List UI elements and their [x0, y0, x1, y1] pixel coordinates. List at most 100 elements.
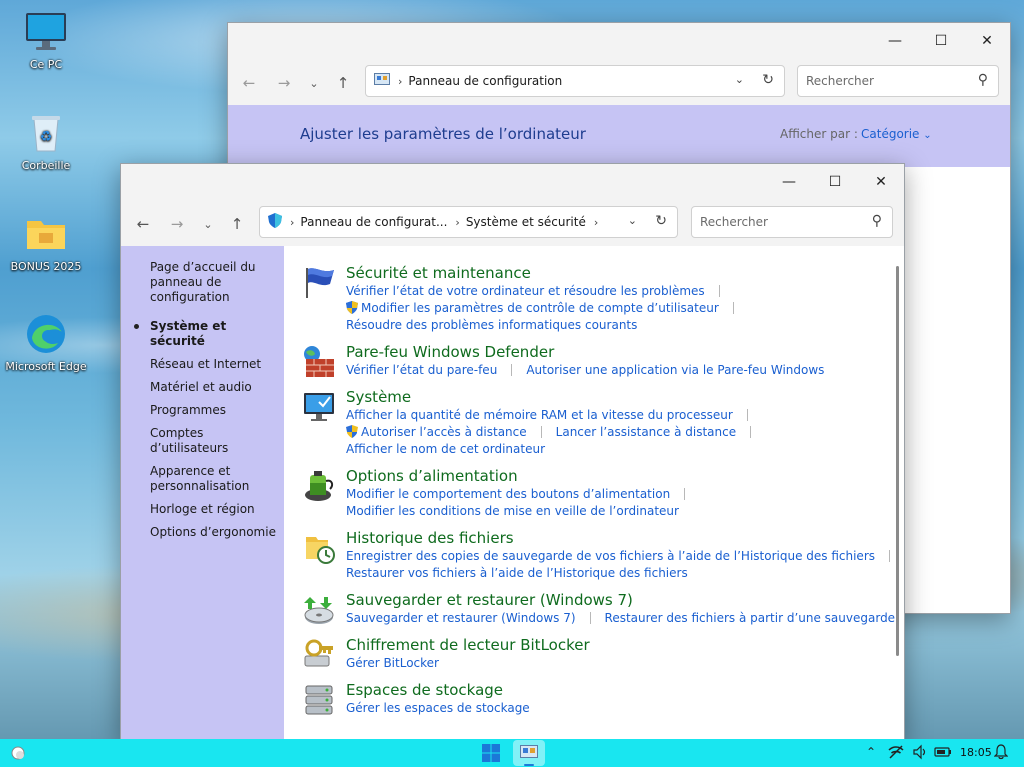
link-check-status[interactable]: Vérifier l’état de votre ordinateur et r…	[346, 284, 705, 298]
link-allow-app[interactable]: Autoriser une application via le Pare-fe…	[526, 363, 824, 377]
sidebar-item-user-accounts[interactable]: Comptes d’utilisateurs	[121, 426, 284, 456]
sidebar-item-system-security[interactable]: Système et sécurité	[121, 319, 284, 349]
maximize-icon: ☐	[828, 174, 842, 190]
network-offline-icon[interactable]	[888, 744, 904, 763]
search-input[interactable]: Rechercher	[806, 74, 874, 88]
desktop-icon-recycle-bin[interactable]: ♻ Corbeille	[4, 111, 88, 172]
link-separator	[732, 302, 734, 314]
sidebar-item-appearance[interactable]: Apparence et personnalisation	[121, 464, 284, 494]
search-input[interactable]: Rechercher	[700, 215, 768, 229]
taskbar-control-panel-button[interactable]	[513, 740, 545, 766]
sidebar-item-ease-of-access[interactable]: Options d’ergonomie	[121, 525, 284, 540]
section-title[interactable]: Pare-feu Windows Defender	[346, 343, 904, 362]
sidebar-item-network[interactable]: Réseau et Internet	[121, 357, 284, 372]
sidebar-item-clock-region[interactable]: Horloge et région	[121, 502, 284, 517]
desktop-icon-bonus-folder[interactable]: BONUS 2025	[4, 212, 88, 273]
weather-widget-icon[interactable]	[10, 745, 26, 764]
section-power-options: Options d’alimentation Modifier le compo…	[302, 467, 904, 520]
link-separator	[540, 426, 542, 438]
clock[interactable]: 18:05	[960, 746, 992, 759]
close-icon: ✕	[875, 174, 887, 190]
link-restore-files-history[interactable]: Restaurer vos fichiers à l’aide de l’His…	[346, 566, 688, 580]
forward-button[interactable]: →	[272, 71, 296, 95]
recent-locations-button[interactable]: ⌄	[302, 71, 326, 95]
windows-logo-icon	[482, 744, 500, 762]
chevron-up-icon[interactable]: ⌃	[866, 745, 876, 759]
link-sleep-settings[interactable]: Modifier les conditions de mise en veill…	[346, 504, 679, 518]
link-remote-assistance[interactable]: Lancer l’assistance à distance	[556, 425, 736, 439]
recent-locations-button[interactable]: ⌄	[196, 212, 220, 236]
close-button[interactable]: ✕	[858, 164, 904, 200]
section-title[interactable]: Sécurité et maintenance	[346, 264, 904, 283]
section-title[interactable]: Espaces de stockage	[346, 681, 904, 700]
back-button[interactable]: ←	[131, 212, 155, 236]
forward-button[interactable]: →	[165, 212, 189, 236]
window-content: Page d’accueil du panneau de configurati…	[121, 246, 904, 740]
search-box[interactable]: Rechercher ⚲	[691, 206, 893, 238]
refresh-icon[interactable]: ↻	[655, 213, 667, 229]
sidebar-item-hardware-sound[interactable]: Matériel et audio	[121, 380, 284, 395]
up-button[interactable]: ↑	[331, 71, 355, 95]
search-icon: ⚲	[871, 213, 882, 229]
section-title[interactable]: Système	[346, 388, 904, 407]
system-security-window[interactable]: — ☐ ✕ ← → ⌄ ↑ › Panneau de configurat...…	[120, 163, 905, 741]
link-remote-access[interactable]: Autoriser l’accès à distance	[361, 425, 527, 439]
section-title[interactable]: Options d’alimentation	[346, 467, 904, 486]
minimize-button[interactable]: —	[766, 164, 812, 200]
breadcrumb-item[interactable]: Panneau de configurat...	[300, 215, 447, 229]
link-restore-from-backup[interactable]: Restaurer des fichiers à partir d’une sa…	[605, 611, 896, 625]
link-backup-restore-win7[interactable]: Sauvegarder et restaurer (Windows 7)	[346, 611, 576, 625]
breadcrumb-item[interactable]: Panneau de configuration	[408, 74, 562, 88]
maximize-button[interactable]: ☐	[812, 164, 858, 200]
link-troubleshoot[interactable]: Résoudre des problèmes informatiques cou…	[346, 318, 637, 332]
recycle-bin-icon: ♻	[24, 111, 68, 155]
maximize-button[interactable]: ☐	[918, 23, 964, 59]
breadcrumb-item[interactable]: Système et sécurité	[466, 215, 586, 229]
section-title[interactable]: Historique des fichiers	[346, 529, 904, 548]
address-dropdown-icon[interactable]: ⌄	[628, 214, 637, 227]
section-file-history: Historique des fichiers Enregistrer des …	[302, 529, 904, 582]
breadcrumb-separator: ›	[455, 215, 460, 229]
desktop-icon-label: Ce PC	[29, 58, 63, 71]
close-button[interactable]: ✕	[964, 23, 1010, 59]
link-save-backup-copies[interactable]: Enregistrer des copies de sauvegarde de …	[346, 549, 875, 563]
start-button[interactable]	[481, 743, 501, 766]
folder-icon	[24, 212, 68, 256]
title-bar[interactable]: — ☐ ✕	[228, 23, 1010, 59]
search-icon: ⚲	[977, 72, 988, 88]
back-button[interactable]: ←	[237, 71, 261, 95]
view-by-dropdown[interactable]: Catégorie ⌄	[861, 127, 932, 141]
address-bar[interactable]: › Panneau de configuration ⌄ ↻	[365, 65, 785, 97]
section-title[interactable]: Chiffrement de lecteur BitLocker	[346, 636, 904, 655]
sidebar-item-home[interactable]: Page d’accueil du panneau de configurati…	[121, 260, 284, 305]
up-button[interactable]: ↑	[225, 212, 249, 236]
link-manage-bitlocker[interactable]: Gérer BitLocker	[346, 656, 439, 670]
address-bar[interactable]: › Panneau de configurat... › Système et …	[259, 206, 678, 238]
desktop-icon-edge[interactable]: Microsoft Edge	[4, 312, 88, 373]
link-ram-cpu[interactable]: Afficher la quantité de mémoire RAM et l…	[346, 408, 733, 422]
shield-icon	[268, 213, 282, 231]
link-separator	[684, 488, 686, 500]
battery-icon[interactable]	[934, 744, 952, 763]
link-firewall-status[interactable]: Vérifier l’état du pare-feu	[346, 363, 497, 377]
section-backup-restore: Sauvegarder et restaurer (Windows 7) Sau…	[302, 591, 904, 627]
desktop-icon-this-pc[interactable]: Ce PC	[4, 10, 88, 71]
section-firewall: Pare-feu Windows Defender Vérifier l’éta…	[302, 343, 904, 379]
sidebar-item-programs[interactable]: Programmes	[121, 403, 284, 418]
volume-icon[interactable]	[912, 744, 928, 763]
minimize-button[interactable]: —	[872, 23, 918, 59]
header-band: Ajuster les paramètres de l’ordinateur A…	[228, 105, 1010, 167]
link-uac-settings[interactable]: Modifier les paramètres de contrôle de c…	[361, 301, 719, 315]
title-bar[interactable]: — ☐ ✕	[121, 164, 904, 200]
refresh-icon[interactable]: ↻	[762, 72, 774, 88]
link-computer-name[interactable]: Afficher le nom de cet ordinateur	[346, 442, 545, 456]
link-power-buttons[interactable]: Modifier le comportement des boutons d’a…	[346, 487, 670, 501]
search-box[interactable]: Rechercher ⚲	[797, 65, 999, 97]
section-title[interactable]: Sauvegarder et restaurer (Windows 7)	[346, 591, 904, 610]
control-panel-icon	[374, 72, 390, 90]
arrow-right-icon: →	[277, 74, 291, 92]
notification-bell-icon[interactable]	[993, 744, 1009, 763]
link-manage-storage-spaces[interactable]: Gérer les espaces de stockage	[346, 701, 530, 715]
arrow-left-icon: ←	[136, 215, 150, 233]
address-dropdown-icon[interactable]: ⌄	[735, 73, 744, 86]
